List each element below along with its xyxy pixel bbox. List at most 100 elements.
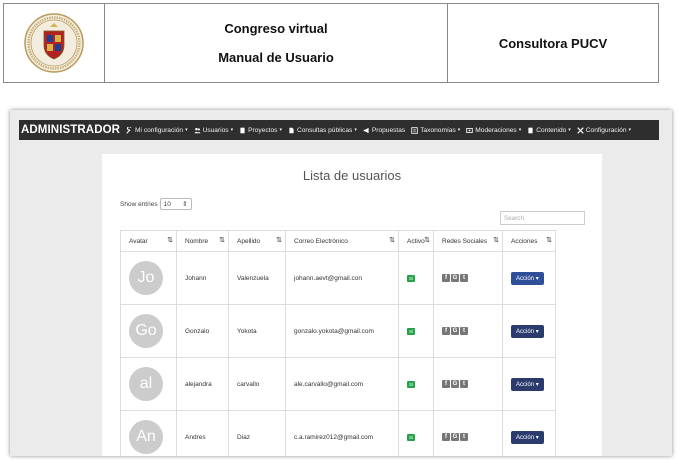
redes-cell: fGt: [433, 410, 503, 456]
caret-down-icon: ▾: [535, 381, 539, 388]
google-plus-icon[interactable]: G: [451, 327, 459, 335]
redes-cell: fGt: [433, 251, 503, 305]
accion-button[interactable]: Acción ▾: [511, 430, 544, 444]
nav-propuestas[interactable]: Propuestas: [363, 127, 405, 134]
sort-icon: ⇅: [389, 237, 395, 244]
nav-label: Moderaciones: [475, 126, 517, 134]
caret-down-icon: ▾: [185, 127, 188, 133]
activo-cell: Sí: [398, 410, 434, 456]
nav-usuarios[interactable]: Usuarios ▾: [193, 127, 234, 134]
nav-mi-configuracion[interactable]: Mi configuración ▾: [126, 126, 188, 134]
accion-label: Acción: [516, 328, 535, 335]
users-panel: Lista de usuarios Show entries 10 ⇕ Sear…: [102, 154, 602, 456]
accion-label: Acción: [516, 381, 535, 388]
sort-icon: ⇅: [546, 237, 552, 244]
acciones-cell: Acción ▾: [502, 357, 556, 411]
avatar: Go: [129, 314, 163, 348]
google-plus-icon[interactable]: G: [451, 274, 459, 282]
nav-proyectos[interactable]: Proyectos ▾: [239, 127, 282, 134]
document-subtitle: Manual de Usuario: [218, 50, 334, 65]
admin-navbar: ADMINISTRADOR Mi configuración ▾ Usuarios…: [19, 120, 659, 140]
facebook-icon[interactable]: f: [442, 433, 450, 441]
correo-cell: gonzalo.yokota@gmail.com: [285, 304, 399, 358]
document-title-cell: Congreso virtual Manual de Usuario: [105, 4, 448, 82]
twitter-icon[interactable]: t: [460, 274, 468, 282]
company-cell: Consultora PUCV: [448, 4, 658, 82]
navbar-brand[interactable]: ADMINISTRADOR: [19, 124, 126, 136]
column-header-redes[interactable]: Redes Sociales ⇅: [433, 230, 503, 252]
nav-configuracion[interactable]: Configuración ▾: [577, 127, 631, 134]
list-icon: [411, 126, 418, 134]
column-header-avatar[interactable]: Avatar ⇅: [120, 230, 177, 252]
logo-cell: [4, 4, 105, 82]
twitter-icon[interactable]: t: [460, 380, 468, 388]
column-header-apellido[interactable]: Apellido ⇅: [228, 230, 286, 252]
activo-cell: Sí: [398, 304, 434, 358]
select-arrows-icon: ⇕: [182, 201, 188, 208]
nav-label: Configuración: [585, 126, 627, 134]
caret-down-icon: ▾: [535, 275, 539, 282]
column-header-acciones[interactable]: Acciones ⇅: [502, 230, 556, 252]
nav-moderaciones[interactable]: Moderaciones ▾: [466, 127, 521, 134]
column-header-activo[interactable]: Activo ⇅: [398, 230, 434, 252]
avatar-cell: Jo: [120, 251, 177, 305]
accion-button[interactable]: Acción ▾: [511, 377, 544, 391]
avatar: al: [129, 367, 163, 401]
search-placeholder: Search: [504, 214, 524, 222]
column-header-label: Avatar: [129, 237, 148, 245]
apellido-cell: Yokota: [228, 304, 286, 358]
facebook-icon[interactable]: f: [442, 274, 450, 282]
nav-consultas-publicas[interactable]: Consultas públicas ▾: [288, 127, 357, 134]
caret-down-icon: ▾: [230, 127, 234, 133]
accion-button[interactable]: Acción ▾: [511, 271, 544, 285]
accion-button[interactable]: Acción ▾: [511, 324, 544, 338]
column-header-label: Redes Sociales: [442, 237, 488, 245]
show-entries-label: Show entries: [120, 200, 158, 208]
nombre-cell: Johann: [176, 251, 229, 305]
avatar-cell: al: [120, 357, 177, 411]
nombre-cell: Andres: [176, 410, 229, 456]
twitter-icon[interactable]: t: [460, 327, 468, 335]
apellido-cell: Valenzuela: [228, 251, 286, 305]
column-header-nombre[interactable]: Nombre ⇅: [176, 230, 229, 252]
nav-label: Consultas públicas: [296, 126, 353, 134]
status-badge: Sí: [407, 274, 416, 282]
users-table: Avatar ⇅ Nombre ⇅ Apellido ⇅ Correo Electró…: [120, 230, 556, 456]
status-badge: Sí: [407, 327, 416, 335]
correo-cell: ale.carvallo@gmail.com: [285, 357, 399, 411]
activo-cell: Sí: [398, 357, 434, 411]
table-row: Go Gonzalo Yokota gonzalo.yokota@gmail.c…: [120, 304, 556, 358]
tools-icon: [577, 126, 584, 134]
nombre-cell: Gonzalo: [176, 304, 229, 358]
search-input[interactable]: Search: [500, 211, 585, 225]
document-icon: [289, 127, 294, 133]
column-header-correo[interactable]: Correo Electrónico ⇅: [285, 230, 399, 252]
nav-contenido[interactable]: Contenido ▾: [527, 127, 571, 134]
acciones-cell: Acción ▾: [502, 410, 556, 456]
page-icon: [528, 127, 533, 133]
caret-down-icon: ▾: [568, 127, 571, 133]
correo-cell: c.a.ramirez012@gmail.com: [285, 410, 399, 456]
file-icon: [240, 127, 245, 133]
facebook-icon[interactable]: f: [442, 327, 450, 335]
avatar: An: [129, 420, 163, 454]
sort-icon: ⇅: [493, 237, 499, 244]
facebook-icon[interactable]: f: [442, 380, 450, 388]
caret-down-icon: ▾: [535, 434, 539, 441]
page-title: Lista de usuarios: [302, 168, 402, 183]
google-plus-icon[interactable]: G: [451, 380, 459, 388]
accion-label: Acción: [516, 275, 535, 282]
document-header: Congreso virtual Manual de Usuario Consu…: [3, 3, 659, 83]
nav-taxonomias[interactable]: Taxonomías ▾: [411, 127, 460, 134]
acciones-cell: Acción ▾: [502, 304, 556, 358]
entries-value: 10: [163, 200, 171, 208]
column-header-label: Acciones: [511, 237, 538, 245]
twitter-icon[interactable]: t: [460, 433, 468, 441]
table-header-row: Avatar ⇅ Nombre ⇅ Apellido ⇅ Correo Electró…: [120, 230, 556, 252]
column-header-label: Correo Electrónico: [294, 237, 348, 245]
redes-cell: fGt: [433, 304, 503, 358]
apellido-cell: carvallo: [228, 357, 286, 411]
nombre-cell: alejandra: [176, 357, 229, 411]
google-plus-icon[interactable]: G: [451, 433, 459, 441]
entries-select[interactable]: 10 ⇕: [159, 198, 192, 210]
